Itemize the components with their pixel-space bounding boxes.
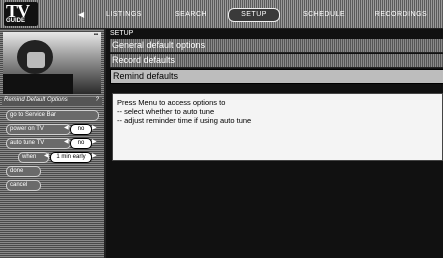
option-power-on-tv-value[interactable]: no [70, 124, 92, 135]
panel-title-text: Remind Default Options [4, 97, 68, 103]
chevron-right-icon[interactable]: ▶ [92, 152, 97, 159]
tab-schedule[interactable]: SCHEDULE [296, 8, 352, 22]
top-navigation-bar: TV GUIDE ◀ LISTINGS SEARCH SETUP SCHEDUL… [0, 0, 443, 29]
chevron-right-icon[interactable]: ▶ [92, 124, 97, 131]
menu-item-record-defaults[interactable]: Record defaults [110, 54, 443, 68]
chevron-left-icon[interactable]: ◀ [64, 138, 69, 145]
info-box: Press Menu to access options to -- selec… [112, 93, 443, 161]
done-button[interactable]: done [6, 166, 41, 177]
help-icon[interactable]: ? [96, 97, 99, 103]
main-panel: SETUP General default options Record def… [106, 29, 443, 258]
panel-title: Remind Default Options ? [2, 97, 102, 106]
tab-recordings[interactable]: RECORDINGS [366, 8, 436, 22]
logo-sub-text: GUIDE [6, 18, 26, 24]
option-power-on-tv-label[interactable]: power on TV [6, 124, 71, 135]
menu-item-remind-defaults[interactable]: Remind defaults [110, 69, 443, 84]
tab-bar: LISTINGS SEARCH SETUP SCHEDULE RECORDING… [86, 8, 443, 22]
tab-left-arrow-icon[interactable]: ◀ [78, 10, 84, 19]
info-line: -- select whether to auto tune [117, 107, 215, 116]
go-to-service-bar-button[interactable]: go to Service Bar [6, 110, 99, 121]
sidebar: ▪▪ Remind Default Options ? go to Servic… [0, 29, 106, 258]
channel-indicator-icon: ▪▪ [93, 32, 98, 38]
chevron-right-icon[interactable]: ▶ [92, 138, 97, 145]
option-when-value[interactable]: 1 min early [50, 152, 92, 163]
info-line: Press Menu to access options to [117, 98, 226, 107]
option-auto-tune-tv-label[interactable]: auto tune TV [6, 138, 71, 149]
menu-item-general-defaults[interactable]: General default options [110, 39, 443, 53]
player-body-image [3, 74, 73, 94]
chevron-left-icon[interactable]: ◀ [64, 124, 69, 131]
tab-search[interactable]: SEARCH [166, 8, 216, 22]
tab-listings[interactable]: LISTINGS [96, 8, 152, 22]
player-face-image [27, 52, 45, 68]
tab-setup[interactable]: SETUP [228, 8, 280, 22]
option-auto-tune-tv-value[interactable]: no [70, 138, 92, 149]
live-video-preview: ▪▪ [3, 32, 101, 94]
breadcrumb: SETUP [110, 30, 134, 37]
info-line: -- adjust reminder time if using auto tu… [117, 116, 252, 125]
tv-guide-logo: TV GUIDE [4, 1, 38, 26]
cancel-button[interactable]: cancel [6, 180, 41, 191]
chevron-left-icon[interactable]: ◀ [44, 152, 49, 159]
